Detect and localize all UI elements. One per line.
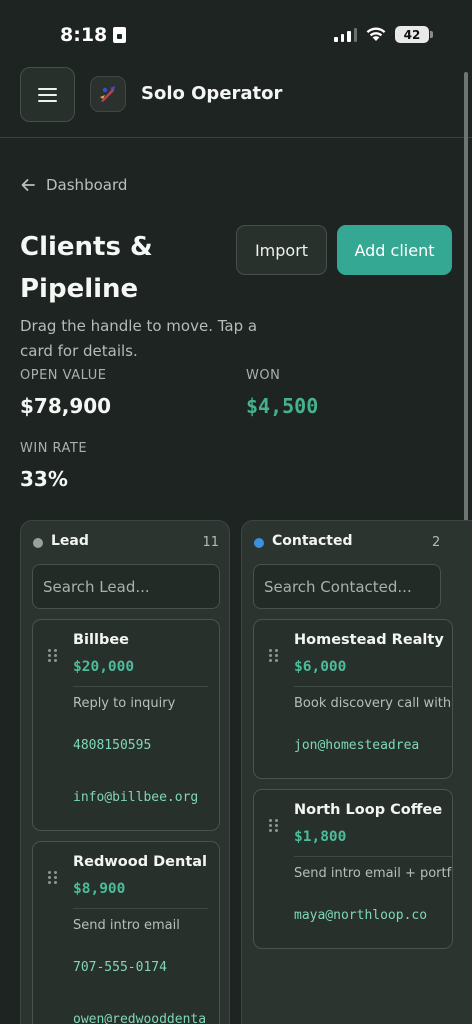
app-logo[interactable] xyxy=(90,76,126,112)
card-divider xyxy=(294,856,452,857)
card-email[interactable]: jon@homesteadrea xyxy=(294,738,419,753)
breadcrumb[interactable]: Dashboard xyxy=(20,176,127,194)
drag-handle-icon[interactable] xyxy=(269,819,278,832)
win-rate-label: WIN RATE xyxy=(20,441,88,456)
column-name: Lead xyxy=(51,533,89,549)
card-email[interactable]: maya@northloop.co xyxy=(294,908,427,923)
drag-handle-icon[interactable] xyxy=(48,871,57,884)
status-bar: 8:18 42 xyxy=(0,0,472,62)
card-next-task: Book discovery call with xyxy=(294,696,452,711)
pipeline-column-contacted: Contacted 2 Homestead Realty $6,000 Book… xyxy=(241,520,472,1024)
card-next-task: Send intro email xyxy=(73,918,180,933)
add-client-button[interactable]: Add client xyxy=(337,225,452,275)
card-email[interactable]: info@billbee.org xyxy=(73,790,198,805)
arrow-left-icon xyxy=(21,179,35,191)
search-lead-input[interactable] xyxy=(32,564,220,609)
card-title: North Loop Coffee xyxy=(294,802,443,818)
card-divider xyxy=(73,686,208,687)
contact-card-icon xyxy=(113,27,127,43)
page-title: Clients & Pipeline xyxy=(20,232,153,304)
column-header: Contacted 2 xyxy=(242,521,472,565)
pipeline-column-lead: Lead 11 Billbee $20,000 Reply to inquiry… xyxy=(20,520,230,1024)
card-phone[interactable]: 707-555-0174 xyxy=(73,960,167,975)
card-phone[interactable]: 4808150595 xyxy=(73,738,151,753)
rocket-logo-icon xyxy=(100,86,115,102)
card-divider xyxy=(294,686,452,687)
search-contacted-input[interactable] xyxy=(253,564,441,609)
card-email[interactable]: owen@redwooddenta xyxy=(73,1012,206,1024)
win-rate-value: 33% xyxy=(20,467,68,491)
card-next-task: Reply to inquiry xyxy=(73,696,176,711)
column-count: 2 xyxy=(432,535,441,550)
card-value: $6,000 xyxy=(294,659,347,675)
column-header: Lead 11 xyxy=(21,521,229,565)
column-name: Contacted xyxy=(272,533,353,549)
menu-button[interactable] xyxy=(20,67,75,122)
card-divider xyxy=(73,908,208,909)
battery-level: 42 xyxy=(403,27,421,42)
drag-handle-icon[interactable] xyxy=(48,649,57,662)
card-title: Billbee xyxy=(73,632,130,648)
open-value-label: OPEN VALUE xyxy=(20,368,107,383)
card-value: $8,900 xyxy=(73,881,126,897)
wifi-icon xyxy=(366,27,386,41)
client-card[interactable]: Homestead Realty $6,000 Book discovery c… xyxy=(253,619,453,779)
hamburger-icon-line xyxy=(38,93,57,96)
client-card[interactable]: Redwood Dental $8,900 Send intro email 7… xyxy=(32,841,220,1024)
won-label: WON xyxy=(246,368,281,383)
clock-text: 8:18 xyxy=(60,24,108,46)
card-value: $20,000 xyxy=(73,659,135,675)
breadcrumb-dashboard-link[interactable]: Dashboard xyxy=(46,176,127,194)
card-value: $1,800 xyxy=(294,829,347,845)
page-subtitle: Drag the handle to move. Tap a card for … xyxy=(20,317,258,360)
stage-dot-icon xyxy=(254,538,264,548)
column-count: 11 xyxy=(202,535,219,550)
cellular-signal-icon xyxy=(334,28,357,42)
hamburger-icon-line xyxy=(38,87,57,90)
stage-dot-icon xyxy=(33,538,43,548)
client-card[interactable]: North Loop Coffee $1,800 Send intro emai… xyxy=(253,789,453,949)
card-title: Redwood Dental xyxy=(73,854,208,870)
app-title: Solo Operator xyxy=(141,83,283,104)
card-title: Homestead Realty xyxy=(294,632,444,648)
open-value: $78,900 xyxy=(20,394,112,418)
card-next-task: Send intro email + portf xyxy=(294,866,452,881)
hamburger-icon-line xyxy=(38,99,57,102)
battery-icon: 42 xyxy=(395,26,433,43)
client-card[interactable]: Billbee $20,000 Reply to inquiry 4808150… xyxy=(32,619,220,831)
app-header: Solo Operator xyxy=(0,62,472,138)
status-time: 8:18 xyxy=(60,24,127,46)
won-value: $4,500 xyxy=(246,394,319,418)
drag-handle-icon[interactable] xyxy=(269,649,278,662)
import-button[interactable]: Import xyxy=(236,225,327,275)
